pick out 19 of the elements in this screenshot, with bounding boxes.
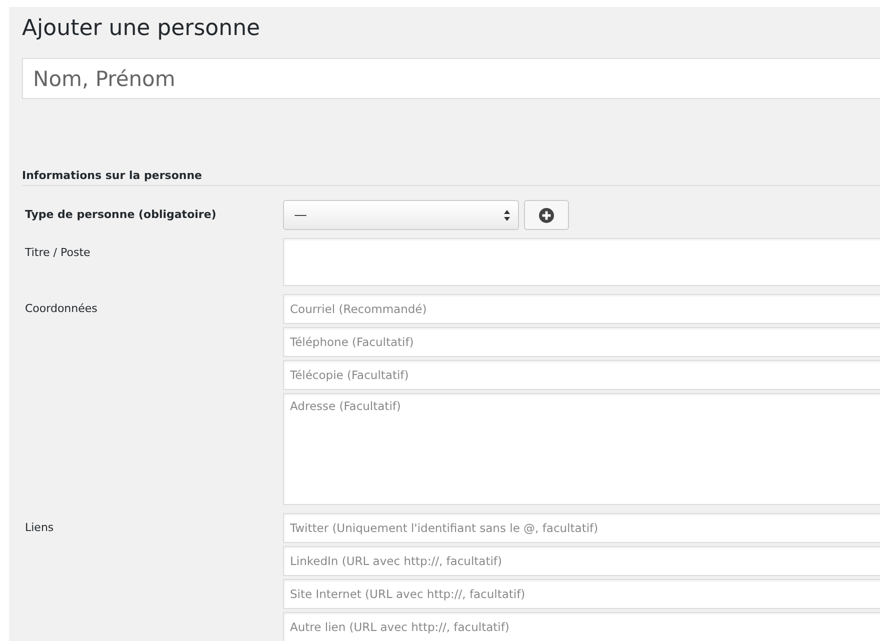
page-title: Ajouter une personne xyxy=(22,15,260,43)
text-field[interactable]: Téléphone (Facultatif) xyxy=(283,327,880,357)
text-field[interactable]: LinkedIn (URL avec http://, facultatif) xyxy=(283,546,880,576)
text-field[interactable]: Autre lien (URL avec http://, facultatif) xyxy=(283,612,880,641)
section-title: Informations sur la personne xyxy=(22,169,202,183)
field-label: Coordonnées xyxy=(25,302,98,315)
add-button[interactable] xyxy=(524,200,569,230)
field-label: Type de personne (obligatoire) xyxy=(25,208,216,221)
updown-arrows-icon xyxy=(504,210,510,220)
name-field[interactable]: Nom, Prénom xyxy=(22,58,880,99)
field-label: Titre / Poste xyxy=(25,246,90,259)
text-field[interactable]: Télécopie (Facultatif) xyxy=(283,360,880,390)
plus-circle-icon xyxy=(539,208,554,222)
text-field[interactable]: Site Internet (URL avec http://, facultatif) xyxy=(283,579,880,609)
type-dropdown[interactable]: — xyxy=(283,200,519,230)
text-field[interactable]: Courriel (Recommandé) xyxy=(283,294,880,324)
field-label: Liens xyxy=(25,521,54,534)
text-field[interactable]: Twitter (Uniquement l'identifiant sans le @, facultatif) xyxy=(283,513,880,543)
text-area[interactable]: Adresse (Facultatif) xyxy=(283,393,880,505)
